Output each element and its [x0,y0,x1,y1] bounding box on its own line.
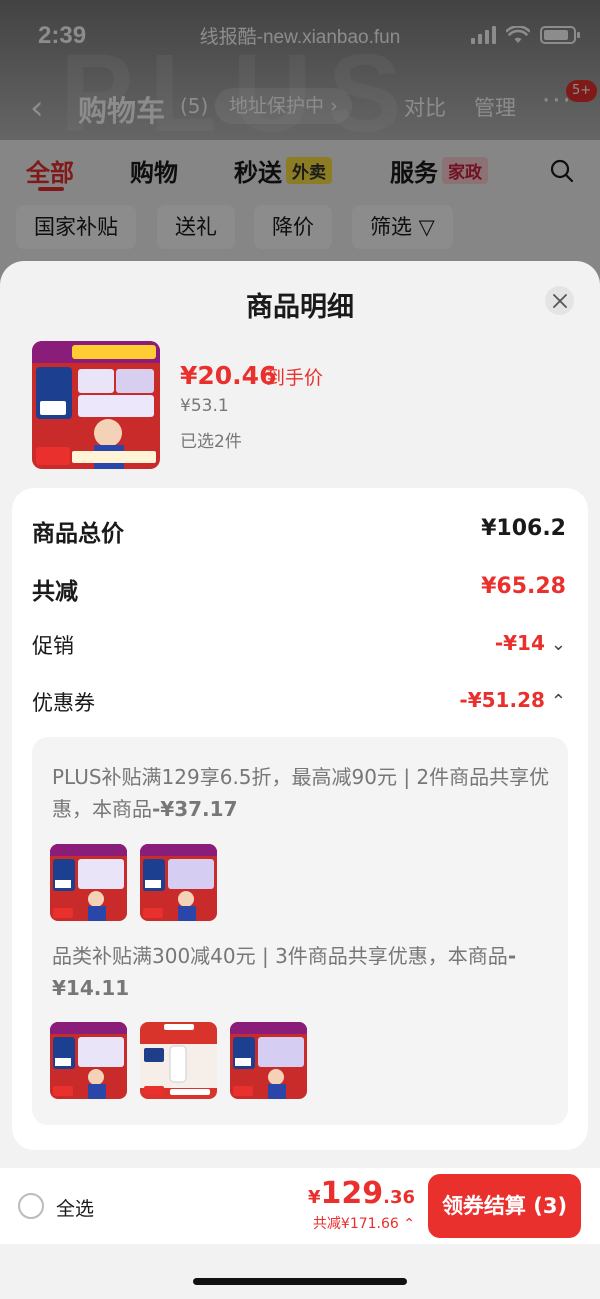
total-integer: 129 [320,1176,384,1211]
checkout-bar: 全选 ¥129.36 共减¥171.66 ⌃ 领券结算 (3) [0,1168,600,1244]
coupon-text: PLUS补贴满129享6.5折，最高减90元 | 2件商品共享优惠，本商品 [52,765,550,821]
total-currency: ¥ [307,1187,321,1208]
product-price: ¥20.46 [180,361,277,390]
total-decimal: .36 [383,1187,415,1208]
tissue-product-image [50,1022,127,1099]
total-savings: 共减¥171.66 [312,1216,399,1232]
reduce-value: ¥65.28 [481,574,566,599]
promo-row-toggle[interactable]: -¥14 ⌄ [495,631,566,655]
chevron-down-icon: ⌄ [550,634,566,655]
final-price-tag: 到手价 [266,367,324,389]
coupon-product-thumb[interactable] [140,1022,217,1099]
promo-label: 促销 [32,634,74,658]
coupon-row-toggle[interactable]: -¥51.28 ⌃ [459,688,566,712]
close-button[interactable] [545,286,574,315]
coupon-label: 优惠券 [32,691,95,715]
total-value: ¥106.2 [481,516,566,541]
original-price: ¥53.1 [180,396,229,416]
select-all-radio[interactable] [18,1193,44,1219]
coupon-desc-category: 品类补贴满300减40元 | 3件商品共享优惠，本商品-¥14.11 [52,940,552,1004]
select-all-label[interactable]: 全选 [56,1194,94,1221]
product-thumbnail[interactable] [32,341,160,469]
coupon-desc-plus: PLUS补贴满129享6.5折，最高减90元 | 2件商品共享优惠，本商品-¥3… [52,761,552,825]
total-price: ¥129.36 [308,1176,415,1211]
coupon-value: -¥51.28 [459,688,545,712]
tissue-product-image [50,844,127,921]
tissue-product-image [140,844,217,921]
sheet-title: 商品明细 [246,292,354,323]
price-breakdown-card: 商品总价 ¥106.2 共减 ¥65.28 促销 -¥14 ⌄ 优惠券 -¥51.… [12,488,588,1150]
promo-value: -¥14 [494,631,545,655]
tissue-product-image [230,1022,307,1099]
coupon-text: 品类补贴满300减40元 | 3件商品共享优惠，本商品 [52,944,508,968]
coupon-product-thumb[interactable] [50,844,127,921]
selected-quantity: 已选2件 [180,432,242,452]
chevron-up-icon: ⌃ [550,691,566,712]
coupon-product-thumb[interactable] [140,844,217,921]
coupon-details: PLUS补贴满129享6.5折，最高减90元 | 2件商品共享优惠，本商品-¥3… [32,737,568,1125]
chevron-up-icon: ⌃ [398,1216,415,1232]
close-icon [552,293,567,308]
reduce-label: 共减 [32,579,78,605]
coupon-product-thumb[interactable] [50,1022,127,1099]
coupon-amount: -¥37.17 [152,797,238,821]
coupon-product-thumb[interactable] [230,1022,307,1099]
total-savings-toggle[interactable]: 共减¥171.66 ⌃ [313,1213,415,1233]
product-detail-sheet: 商品明细 ¥20.46 到手价 ¥53.1 已选2件 商品总价 ¥106.2 共… [0,261,600,1299]
toothpaste-product-image [140,1022,217,1099]
checkout-button[interactable]: 领券结算 (3) [428,1174,581,1238]
home-indicator [193,1278,407,1285]
total-label: 商品总价 [32,521,124,547]
tissue-product-image [32,341,160,469]
